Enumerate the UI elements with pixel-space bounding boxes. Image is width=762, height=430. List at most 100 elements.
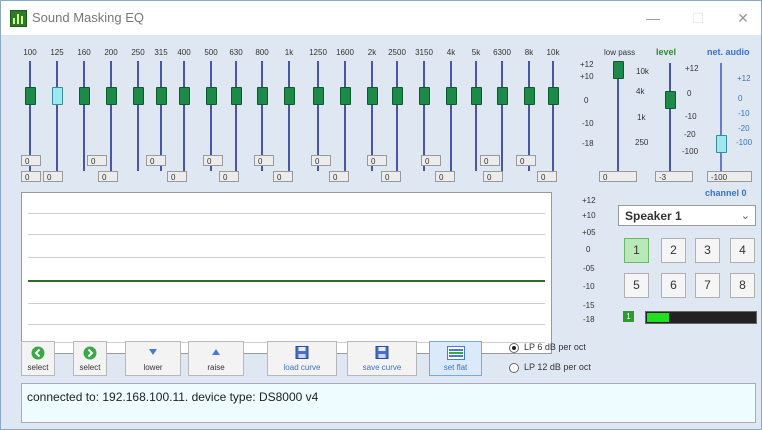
eq-band-value-field[interactable]: 0 [273,171,293,182]
eq-band-slider-track[interactable] [235,61,237,171]
lp6-option[interactable]: LP 6 dB per oct [509,342,586,353]
channel-button-8[interactable]: 8 [730,273,755,298]
eq-band-value-field[interactable]: 0 [21,171,41,182]
eq-band-value-field[interactable]: 0 [167,171,187,182]
lower-button[interactable]: lower [125,341,181,376]
maximize-button[interactable]: ☐ [683,7,713,29]
eq-band-slider-track[interactable] [183,61,185,171]
eq-band-value-field[interactable]: 0 [435,171,455,182]
eq-band-value-field[interactable]: 0 [203,155,223,166]
net-audio-value-field[interactable]: -100 [707,171,752,182]
eq-band-slider-thumb[interactable] [471,87,482,105]
eq-band-value-field[interactable]: 0 [537,171,557,182]
eq-band-slider-track[interactable] [396,61,398,171]
eq-band-slider-thumb[interactable] [25,87,36,105]
chevron-down-icon[interactable]: ⌄ [741,209,750,222]
eq-band-value-field[interactable]: 0 [311,155,331,166]
level-value-field[interactable]: -3 [655,171,693,182]
net-audio-slider-thumb[interactable] [716,135,727,153]
close-button[interactable]: ✕ [728,7,758,29]
channel-button-1[interactable]: 1 [624,238,649,263]
eq-band-slider-track[interactable] [501,61,503,171]
minimize-button[interactable]: — [638,7,668,29]
eq-band-slider-thumb[interactable] [231,87,242,105]
eq-band-slider-thumb[interactable] [313,87,324,105]
lp6-radio[interactable] [509,342,519,353]
level-slider-thumb[interactable] [665,91,676,109]
eq-band-value-field[interactable]: 0 [329,171,349,182]
lp6-label: LP 6 dB per oct [524,342,586,352]
eq-band-slider-track[interactable] [475,61,477,171]
eq-band-slider-thumb[interactable] [367,87,378,105]
eq-band-slider-thumb[interactable] [497,87,508,105]
low-pass-scale-label: 4k [636,87,645,96]
eq-band-value-field[interactable]: 0 [421,155,441,166]
speaker-dropdown[interactable]: Speaker 1 ⌄ [618,205,756,226]
graph-scale-label: -18 [583,315,595,324]
eq-band-value-field[interactable]: 0 [516,155,536,166]
lp12-option[interactable]: LP 12 dB per oct [509,362,591,373]
eq-band-value-field[interactable]: 0 [254,155,274,166]
eq-band-slider-thumb[interactable] [52,87,63,105]
eq-band-value-field[interactable]: 0 [87,155,107,166]
select-previous-button[interactable]: select [21,341,55,376]
eq-band-slider-thumb[interactable] [524,87,535,105]
eq-band-slider-track[interactable] [288,61,290,171]
eq-band-slider-thumb[interactable] [79,87,90,105]
level-scale-label: +12 [685,64,699,73]
speaker-dropdown-value: Speaker 1 [625,209,682,223]
eq-band-slider-thumb[interactable] [156,87,167,105]
eq-band-slider-thumb[interactable] [392,87,403,105]
eq-band-value-field[interactable]: 0 [43,171,63,182]
raise-button[interactable]: raise [188,341,244,376]
level-slider-track[interactable] [669,63,671,173]
eq-band-value-field[interactable]: 0 [98,171,118,182]
arrow-up-icon [212,349,220,355]
eq-band-slider-thumb[interactable] [284,87,295,105]
channel-button-2[interactable]: 2 [661,238,686,263]
set-flat-button[interactable]: set flat [429,341,482,376]
eq-band-slider-track[interactable] [110,61,112,171]
eq-band-value-field[interactable]: 0 [21,155,41,166]
net-audio-slider-track[interactable] [720,63,722,173]
eq-band-label: 400 [177,48,191,57]
eq-band-slider-track[interactable] [450,61,452,171]
eq-band-slider-track[interactable] [137,61,139,171]
lp12-radio[interactable] [509,362,519,373]
eq-band-slider-thumb[interactable] [548,87,559,105]
eq-band-slider-thumb[interactable] [257,87,268,105]
low-pass-value-field[interactable]: 0 [599,171,637,182]
eq-band-label: 1250 [309,48,327,57]
eq-band-value-field[interactable]: 0 [146,155,166,166]
eq-band-slider-thumb[interactable] [179,87,190,105]
low-pass-slider-thumb[interactable] [613,61,624,79]
eq-band-slider-thumb[interactable] [419,87,430,105]
eq-band-slider-thumb[interactable] [106,87,117,105]
eq-band-value-field[interactable]: 0 [480,155,500,166]
eq-band-value-field[interactable]: 0 [367,155,387,166]
select-next-button[interactable]: select [73,341,107,376]
channel-button-6[interactable]: 6 [661,273,686,298]
level-scale-label: -10 [685,112,697,121]
graph-scale-label: +10 [582,211,596,220]
channel-button-7[interactable]: 7 [695,273,720,298]
eq-band-label: 4k [446,48,456,57]
eq-band-slider-thumb[interactable] [133,87,144,105]
eq-band-slider-track[interactable] [56,61,58,171]
channel-button-5[interactable]: 5 [624,273,649,298]
eq-band-value-field[interactable]: 0 [381,171,401,182]
channel-button-4[interactable]: 4 [730,238,755,263]
graph-gridline [28,324,545,325]
eq-band-slider-thumb[interactable] [446,87,457,105]
eq-band-slider-track[interactable] [344,61,346,171]
eq-band-slider-thumb[interactable] [206,87,217,105]
save-curve-button[interactable]: save curve [347,341,417,376]
load-curve-button[interactable]: load curve [267,341,337,376]
eq-band-slider-track[interactable] [552,61,554,171]
channel-button-3[interactable]: 3 [695,238,720,263]
eq-band-slider-track[interactable] [83,61,85,171]
eq-band-label: 800 [255,48,269,57]
eq-band-value-field[interactable]: 0 [219,171,239,182]
eq-band-slider-thumb[interactable] [340,87,351,105]
eq-band-value-field[interactable]: 0 [483,171,503,182]
